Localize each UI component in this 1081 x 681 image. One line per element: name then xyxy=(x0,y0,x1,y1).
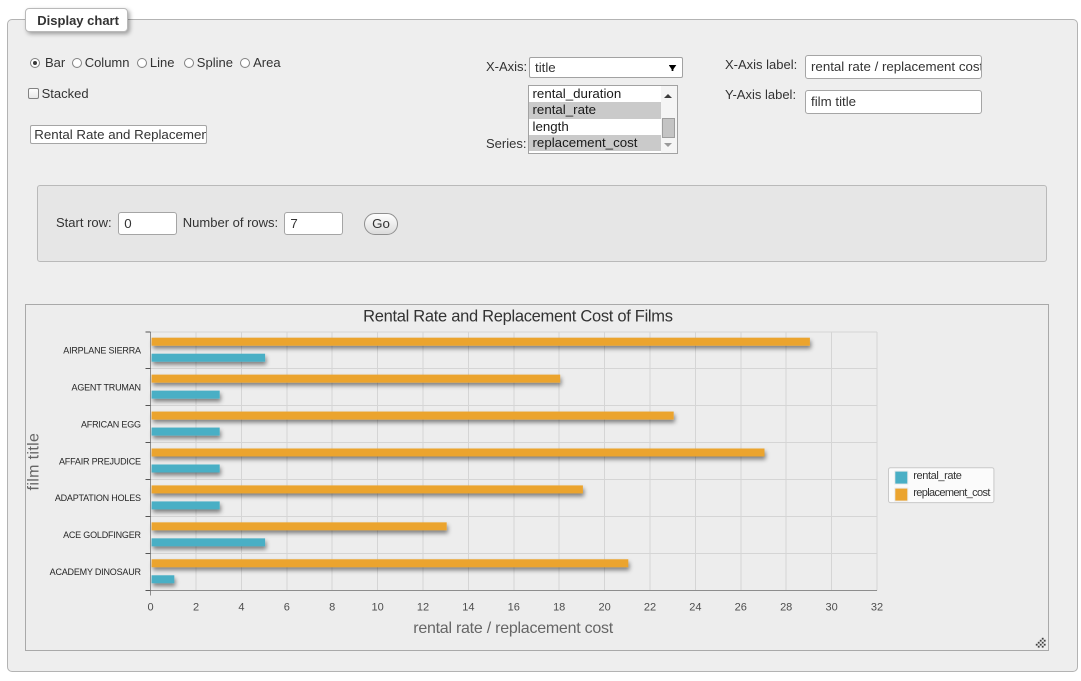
svg-text:ADAPTATION HOLES: ADAPTATION HOLES xyxy=(55,493,141,503)
svg-text:30: 30 xyxy=(825,601,837,613)
svg-text:6: 6 xyxy=(283,601,289,613)
svg-text:rental_rate: rental_rate xyxy=(913,470,961,482)
svg-text:ACADEMY DINOSAUR: ACADEMY DINOSAUR xyxy=(49,567,141,577)
svg-text:12: 12 xyxy=(417,601,429,613)
svg-text:26: 26 xyxy=(734,601,746,613)
svg-text:28: 28 xyxy=(780,601,792,613)
svg-text:AGENT TRUMAN: AGENT TRUMAN xyxy=(71,382,140,392)
svg-text:16: 16 xyxy=(507,601,519,613)
svg-text:10: 10 xyxy=(371,601,383,613)
svg-text:film title: film title xyxy=(26,432,42,490)
svg-text:4: 4 xyxy=(238,601,244,613)
svg-text:20: 20 xyxy=(598,601,610,613)
svg-text:replacement_cost: replacement_cost xyxy=(913,487,990,499)
svg-text:18: 18 xyxy=(553,601,565,613)
svg-text:32: 32 xyxy=(871,601,883,613)
svg-text:AIRPLANE SIERRA: AIRPLANE SIERRA xyxy=(63,345,141,355)
svg-text:24: 24 xyxy=(689,601,701,613)
svg-text:2: 2 xyxy=(193,601,199,613)
svg-text:AFRICAN EGG: AFRICAN EGG xyxy=(81,419,141,429)
svg-text:AFFAIR PREJUDICE: AFFAIR PREJUDICE xyxy=(59,456,141,466)
svg-text:ACE GOLDFINGER: ACE GOLDFINGER xyxy=(63,530,141,540)
svg-text:8: 8 xyxy=(329,601,335,613)
svg-text:0: 0 xyxy=(147,601,153,613)
svg-text:22: 22 xyxy=(644,601,656,613)
svg-text:Rental Rate and Replacement Co: Rental Rate and Replacement Cost of Film… xyxy=(363,307,673,325)
svg-text:14: 14 xyxy=(462,601,474,613)
svg-text:rental rate / replacement cost: rental rate / replacement cost xyxy=(413,620,614,637)
